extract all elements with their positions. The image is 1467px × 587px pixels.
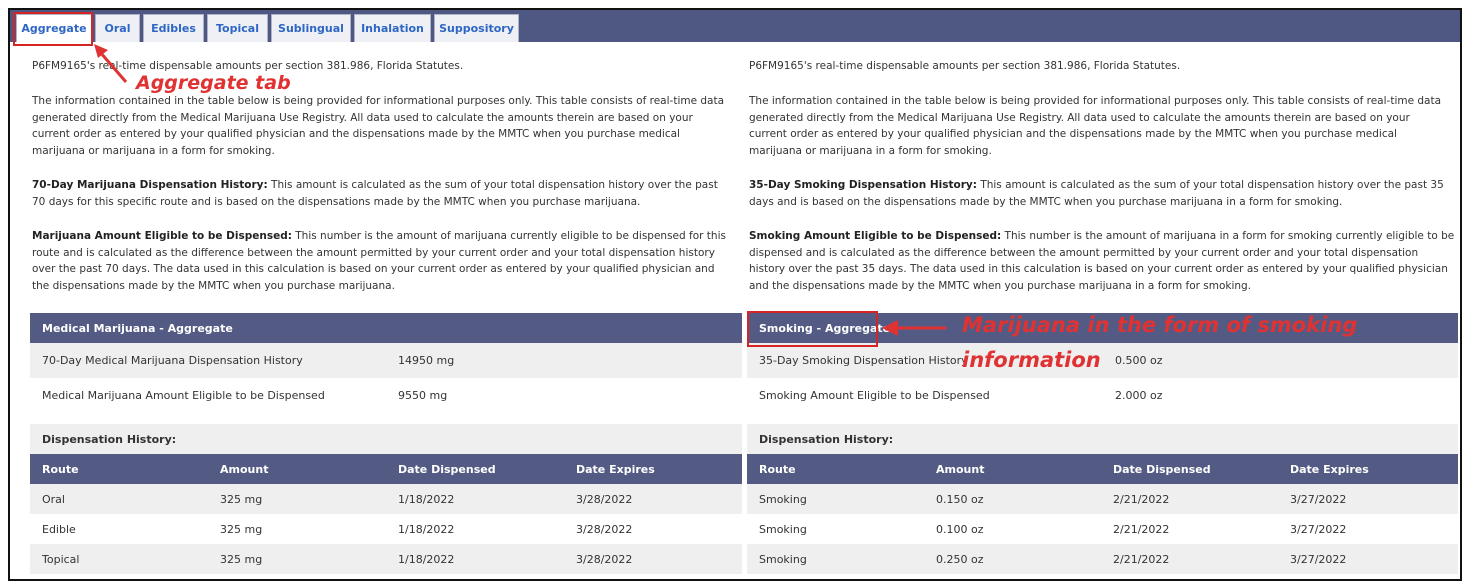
column-header-route: Route [759, 462, 796, 476]
cell-date-expires: 3/28/2022 [576, 522, 633, 536]
cell-amount: 325 mg [220, 552, 263, 566]
cell-route: Oral [42, 492, 65, 506]
cell-date-dispensed: 1/18/2022 [398, 522, 455, 536]
left-section-title: Medical Marijuana - Aggregate [30, 313, 742, 343]
tab-bar: Aggregate Oral Edibles Topical Sublingua… [10, 10, 1460, 42]
cell-date-expires: 3/27/2022 [1290, 522, 1347, 536]
column-header-route: Route [42, 462, 79, 476]
cell-amount: 325 mg [220, 492, 263, 506]
right-table-header: Route Amount Date Dispensed Date Expires [747, 454, 1458, 484]
cell-date-dispensed: 1/18/2022 [398, 552, 455, 566]
cell-date-expires: 3/28/2022 [576, 492, 633, 506]
column-header-date-dispensed: Date Dispensed [1113, 462, 1211, 476]
cell-route: Smoking [759, 492, 807, 506]
right-summary-label: 35-Day Smoking Dispensation History [759, 354, 968, 367]
table-row: Smoking 0.150 oz 2/21/2022 3/27/2022 [747, 484, 1458, 514]
smoking-annotation-line-2: information [962, 348, 1101, 372]
cell-date-dispensed: 2/21/2022 [1113, 522, 1170, 536]
tab-oral[interactable]: Oral [95, 14, 140, 42]
smoking-aggregate-highlight-box [747, 311, 878, 347]
left-summary-label: 70-Day Medical Marijuana Dispensation Hi… [42, 354, 303, 367]
table-row: Edible 325 mg 1/18/2022 3/28/2022 [30, 514, 742, 544]
cell-date-dispensed: 1/18/2022 [398, 492, 455, 506]
right-intro: P6FM9165's real-time dispensable amounts… [749, 60, 1181, 72]
cell-date-dispensed: 2/21/2022 [1113, 492, 1170, 506]
right-summary-value: 2.000 oz [1115, 389, 1163, 402]
left-summary-row: Medical Marijuana Amount Eligible to be … [30, 378, 742, 413]
right-summary-value: 0.500 oz [1115, 354, 1163, 367]
cell-date-expires: 3/28/2022 [576, 552, 633, 566]
column-header-amount: Amount [936, 462, 985, 476]
right-dispensation-history-label: Dispensation History: [747, 424, 1458, 454]
right-history-term: 35-Day Smoking Dispensation History: [749, 179, 977, 191]
cell-amount: 0.250 oz [936, 552, 984, 566]
left-summary-label: Medical Marijuana Amount Eligible to be … [42, 389, 325, 402]
cell-route: Smoking [759, 552, 807, 566]
left-history-term: 70-Day Marijuana Dispensation History: [32, 179, 268, 191]
aggregate-tab-annotation: Aggregate tab [136, 72, 291, 94]
cell-amount: 0.100 oz [936, 522, 984, 536]
cell-route: Smoking [759, 522, 807, 536]
column-header-amount: Amount [220, 462, 269, 476]
left-info-paragraph: The information contained in the table b… [32, 95, 725, 157]
left-summary-row: 70-Day Medical Marijuana Dispensation Hi… [30, 343, 742, 378]
left-summary-value: 9550 mg [398, 389, 448, 402]
table-row: Oral 325 mg 1/18/2022 3/28/2022 [30, 484, 742, 514]
column-header-date-dispensed: Date Dispensed [398, 462, 496, 476]
screenshot-frame: Aggregate Oral Edibles Topical Sublingua… [8, 8, 1462, 581]
column-header-date-expires: Date Expires [1290, 462, 1369, 476]
column-header-date-expires: Date Expires [576, 462, 655, 476]
right-info-paragraph: The information contained in the table b… [749, 95, 1442, 157]
right-eligible-term: Smoking Amount Eligible to be Dispensed: [749, 230, 1002, 242]
table-row: Topical 325 mg 1/18/2022 3/28/2022 [30, 544, 742, 574]
right-summary-row: 35-Day Smoking Dispensation History 0.50… [747, 343, 1458, 378]
cell-date-expires: 3/27/2022 [1290, 492, 1347, 506]
aggregate-tab-arrow-icon [94, 44, 128, 83]
left-history-definition: 70-Day Marijuana Dispensation History: T… [32, 177, 732, 210]
tab-sublingual[interactable]: Sublingual [271, 14, 351, 42]
tab-topical[interactable]: Topical [207, 14, 268, 42]
tab-inhalation[interactable]: Inhalation [354, 14, 431, 42]
tab-edibles[interactable]: Edibles [143, 14, 204, 42]
left-dispensation-history-label: Dispensation History: [30, 424, 742, 454]
cell-route: Edible [42, 522, 76, 536]
right-history-definition: 35-Day Smoking Dispensation History: Thi… [749, 177, 1456, 210]
cell-date-dispensed: 2/21/2022 [1113, 552, 1170, 566]
cell-date-expires: 3/27/2022 [1290, 552, 1347, 566]
cell-amount: 0.150 oz [936, 492, 984, 506]
right-eligible-definition: Smoking Amount Eligible to be Dispensed:… [749, 228, 1456, 294]
tab-suppository[interactable]: Suppository [434, 14, 519, 42]
cell-route: Topical [42, 552, 80, 566]
smoking-arrow-icon [882, 320, 946, 336]
right-summary-label: Smoking Amount Eligible to be Dispensed [759, 389, 990, 402]
right-summary-row: Smoking Amount Eligible to be Dispensed … [747, 378, 1458, 413]
left-summary-value: 14950 mg [398, 354, 455, 367]
left-table-header: Route Amount Date Dispensed Date Expires [30, 454, 742, 484]
cell-amount: 325 mg [220, 522, 263, 536]
smoking-annotation-line-1: Marijuana in the form of smoking [962, 313, 1358, 337]
left-eligible-definition: Marijuana Amount Eligible to be Dispense… [32, 228, 732, 294]
table-row: Smoking 0.100 oz 2/21/2022 3/27/2022 [747, 514, 1458, 544]
table-row: Smoking 0.250 oz 2/21/2022 3/27/2022 [747, 544, 1458, 574]
left-eligible-term: Marijuana Amount Eligible to be Dispense… [32, 230, 292, 242]
aggregate-tab-highlight-box [13, 12, 93, 46]
